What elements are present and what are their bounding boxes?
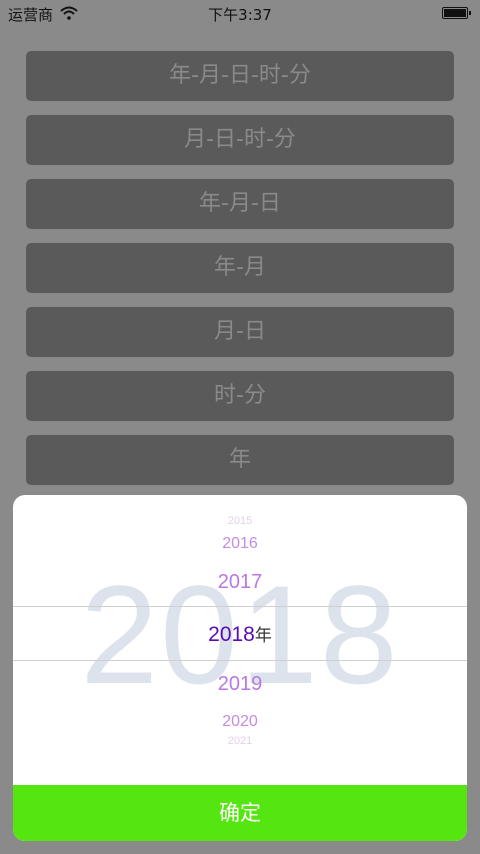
selected-year: 2018 [208, 623, 255, 646]
picker-row[interactable]: 2020 [13, 713, 467, 731]
format-button-list: 年-月-日-时-分 月-日-时-分 年-月-日 年-月 月-日 时-分 年 [26, 51, 454, 499]
format-button-ymd[interactable]: 年-月-日 [26, 179, 454, 229]
picker-row-faint[interactable]: 2015 [13, 515, 467, 527]
selection-line-bottom [13, 660, 467, 661]
format-button-mdhm[interactable]: 月-日-时-分 [26, 115, 454, 165]
picker-row-selected[interactable]: 2018年 [13, 621, 467, 647]
confirm-button[interactable]: 确定 [13, 785, 467, 841]
year-picker-wheel[interactable]: 2018 2015 2016 2017 2018年 2019 2020 2021 [13, 495, 467, 785]
clock: 下午3:37 [208, 6, 272, 24]
picker-row[interactable]: 2017 [13, 571, 467, 594]
format-button-y[interactable]: 年 [26, 435, 454, 485]
battery-icon [442, 7, 472, 19]
year-unit-label: 年 [254, 626, 272, 645]
selection-line-top [13, 606, 467, 607]
date-picker-sheet: 2018 2015 2016 2017 2018年 2019 2020 2021… [13, 495, 467, 841]
picker-row-faint[interactable]: 2021 [13, 735, 467, 747]
format-button-md[interactable]: 月-日 [26, 307, 454, 357]
format-button-ym[interactable]: 年-月 [26, 243, 454, 293]
format-button-hm[interactable]: 时-分 [26, 371, 454, 421]
picker-row[interactable]: 2019 [13, 673, 467, 696]
status-bar: 运营商 下午3:37 [0, 0, 480, 28]
picker-row[interactable]: 2016 [13, 535, 467, 553]
format-button-ymdhm[interactable]: 年-月-日-时-分 [26, 51, 454, 101]
